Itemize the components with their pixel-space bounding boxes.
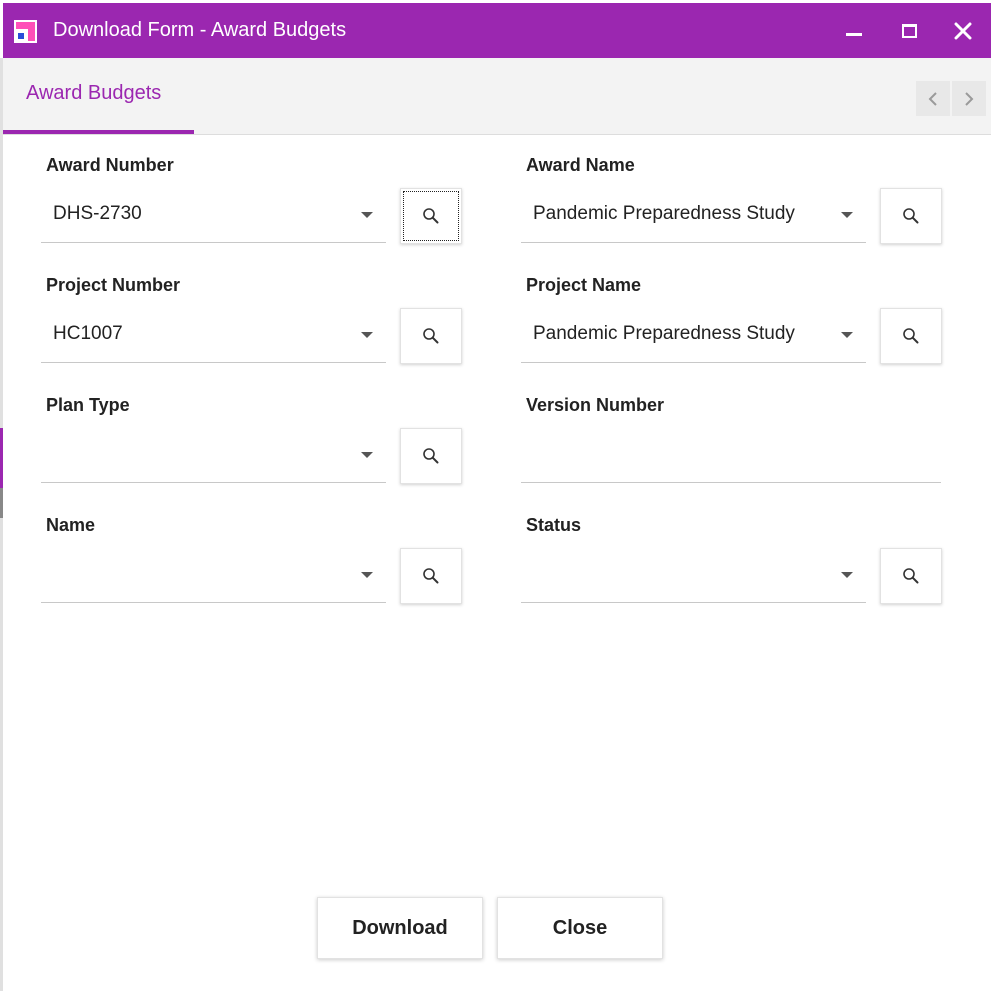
search-icon [423, 568, 439, 584]
plan-type-search-button[interactable] [400, 428, 462, 484]
window-title: Download Form - Award Budgets [53, 19, 347, 41]
chevron-right-icon [965, 91, 974, 106]
search-icon [423, 208, 439, 224]
project-name-search-button[interactable] [880, 308, 942, 364]
close-button[interactable]: Close [497, 897, 663, 959]
minimize-icon [846, 33, 862, 36]
dropdown-arrow-icon [841, 332, 853, 338]
project-name-value: Pandemic Preparedness Study [533, 323, 795, 344]
award-number-value: DHS-2730 [53, 203, 142, 224]
project-number-search-button[interactable] [400, 308, 462, 364]
plan-type-label: Plan Type [46, 395, 130, 415]
dropdown-arrow-icon [361, 452, 373, 458]
name-dropdown[interactable] [41, 547, 386, 603]
dropdown-arrow-icon [841, 212, 853, 218]
close-window-button[interactable] [937, 3, 989, 58]
minimize-button[interactable] [828, 3, 880, 58]
dropdown-arrow-icon [361, 212, 373, 218]
search-icon [903, 568, 919, 584]
project-number-dropdown[interactable]: HC1007 [41, 307, 386, 363]
chevron-left-icon [928, 91, 937, 106]
tab-label: Award Budgets [26, 82, 162, 104]
app-icon [14, 20, 37, 43]
version-number-field[interactable] [521, 427, 941, 483]
dropdown-arrow-icon [361, 332, 373, 338]
award-number-search-button[interactable] [400, 188, 462, 244]
name-search-button[interactable] [400, 548, 462, 604]
project-name-dropdown[interactable]: Pandemic Preparedness Study [521, 307, 866, 363]
title-bar[interactable]: Download Form - Award Budgets [3, 3, 991, 58]
maximize-icon [901, 23, 917, 38]
maximize-button[interactable] [883, 3, 935, 58]
download-form-window: Download Form - Award Budgets Award Budg… [3, 3, 991, 991]
search-icon [903, 328, 919, 344]
plan-type-dropdown[interactable] [41, 427, 386, 483]
award-number-dropdown[interactable]: DHS-2730 [41, 187, 386, 243]
dropdown-arrow-icon [841, 572, 853, 578]
status-search-button[interactable] [880, 548, 942, 604]
award-name-value: Pandemic Preparedness Study [533, 203, 795, 224]
close-icon [954, 22, 972, 39]
active-tab-indicator [3, 130, 194, 134]
award-name-search-button[interactable] [880, 188, 942, 244]
search-icon [423, 448, 439, 464]
project-number-value: HC1007 [53, 323, 123, 344]
search-icon [423, 328, 439, 344]
tab-scroll-left-button[interactable] [916, 81, 950, 116]
award-name-label: Award Name [526, 155, 635, 175]
search-icon [903, 208, 919, 224]
version-number-label: Version Number [526, 395, 665, 415]
tab-strip: Award Budgets [3, 58, 991, 135]
project-name-label: Project Name [526, 275, 642, 295]
dropdown-arrow-icon [361, 572, 373, 578]
project-number-label: Project Number [46, 275, 181, 295]
name-label: Name [46, 515, 96, 535]
status-label: Status [526, 515, 582, 535]
award-name-dropdown[interactable]: Pandemic Preparedness Study [521, 187, 866, 243]
status-dropdown[interactable] [521, 547, 866, 603]
tab-scroll-right-button[interactable] [952, 81, 986, 116]
award-number-label: Award Number [46, 155, 174, 175]
download-button[interactable]: Download [317, 897, 483, 959]
tab-award-budgets[interactable]: Award Budgets [3, 58, 194, 134]
